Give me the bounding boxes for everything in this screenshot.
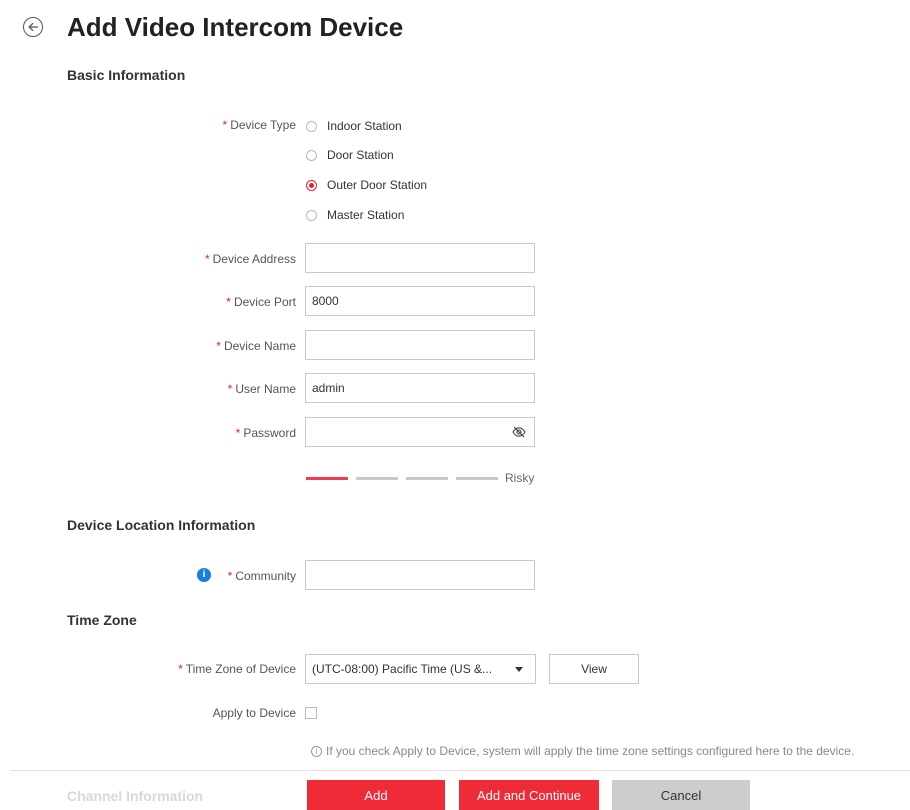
strength-bar-segment-1 (306, 477, 348, 480)
apply-to-device-hint: i If you check Apply to Device, system w… (311, 744, 854, 758)
strength-bar-segment-3 (406, 477, 448, 480)
page-title: Add Video Intercom Device (67, 12, 404, 42)
radio-door-station[interactable]: Door Station (306, 147, 394, 163)
radio-button[interactable] (306, 209, 317, 221)
radio-button[interactable] (306, 149, 317, 161)
add-button[interactable]: Add (307, 780, 445, 810)
strength-bar-segment-4 (456, 477, 498, 480)
add-and-continue-button[interactable]: Add and Continue (459, 780, 599, 810)
radio-button-checked[interactable] (306, 179, 317, 191)
radio-button[interactable] (306, 120, 317, 132)
password-strength-label: Risky (505, 471, 535, 485)
device-address-input[interactable] (305, 243, 535, 273)
section-time-zone: Time Zone (67, 612, 137, 628)
strength-bar-segment-2 (356, 477, 398, 480)
radio-outer-door-station[interactable]: Outer Door Station (306, 177, 427, 193)
eye-hidden-icon[interactable] (512, 426, 526, 438)
info-outline-icon: i (311, 745, 322, 757)
apply-to-device-label: Apply to Device (212, 706, 296, 720)
back-button[interactable] (23, 17, 43, 37)
community-input[interactable] (305, 560, 535, 590)
radio-indoor-station[interactable]: Indoor Station (306, 118, 402, 134)
caret-down-icon (515, 667, 523, 672)
user-name-label: * User Name (227, 382, 296, 396)
device-name-input[interactable] (305, 330, 535, 360)
footer-divider (10, 770, 910, 771)
device-type-label: * Device Type (222, 118, 296, 132)
cancel-button[interactable]: Cancel (612, 780, 750, 810)
device-name-label: * Device Name (216, 339, 296, 353)
device-port-input[interactable]: 8000 (305, 286, 535, 316)
device-port-label: * Device Port (226, 295, 296, 309)
device-address-label: * Device Address (204, 252, 296, 266)
time-zone-label: * Time Zone of Device (178, 662, 296, 676)
back-arrow-circle-icon (27, 22, 38, 32)
user-name-input[interactable]: admin (305, 373, 535, 403)
section-basic-information: Basic Information (67, 67, 186, 83)
community-label: * Community (227, 569, 296, 583)
apply-to-device-checkbox[interactable] (305, 707, 317, 719)
password-label: * Password (235, 426, 296, 440)
section-channel-information: Channel Information (67, 788, 204, 804)
radio-master-station[interactable]: Master Station (306, 207, 404, 223)
view-button[interactable]: View (549, 654, 639, 684)
time-zone-select[interactable]: (UTC-08:00) Pacific Time (US &... (305, 654, 536, 684)
time-zone-selected-value: (UTC-08:00) Pacific Time (US &... (312, 662, 493, 676)
section-device-location: Device Location Information (67, 517, 256, 533)
password-input[interactable] (305, 417, 535, 447)
